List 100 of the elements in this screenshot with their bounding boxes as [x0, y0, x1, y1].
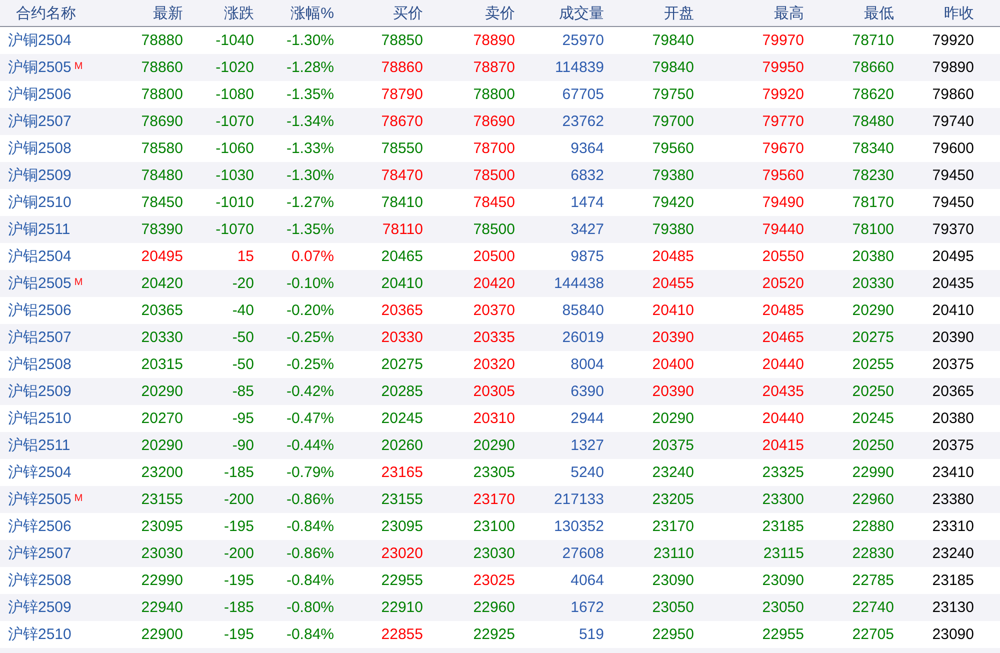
column-header[interactable]: 卖价 — [485, 4, 515, 22]
table-cell: 22940 — [141, 599, 183, 616]
table-cell: 1672 — [570, 599, 604, 616]
table-cell: 20485 — [652, 248, 694, 265]
table-cell: 20250 — [852, 383, 894, 400]
table-cell: 20330 — [141, 329, 183, 346]
table-cell: 9364 — [570, 140, 604, 157]
column-header[interactable]: 最低 — [864, 4, 894, 22]
table-cell: 78340 — [852, 140, 894, 157]
table-cell: 78230 — [852, 167, 894, 184]
table-cell: 23185 — [762, 518, 804, 535]
table-cell: 23050 — [762, 599, 804, 616]
table-cell: 20290 — [652, 410, 694, 427]
table-cell: 2944 — [570, 410, 604, 427]
table-cell: 20415 — [762, 437, 804, 454]
contract-name: 沪铜2509 — [8, 166, 72, 185]
contract-name: 沪锌2510 — [8, 625, 72, 644]
table-cell: 23200 — [141, 464, 183, 481]
table-cell: 78580 — [141, 140, 183, 157]
column-header[interactable]: 买价 — [393, 4, 423, 22]
table-cell: -185 — [224, 464, 254, 481]
column-header[interactable]: 涨幅% — [290, 4, 334, 22]
table-cell: 9875 — [570, 248, 604, 265]
table-cell: 23025 — [473, 572, 515, 589]
table-cell: -0.84% — [286, 572, 334, 589]
contract-name: 沪锌2509 — [8, 598, 72, 617]
table-cell: 23090 — [932, 626, 974, 643]
table-cell: 78880 — [141, 32, 183, 49]
table-cell: 78470 — [381, 167, 423, 184]
table-cell: -40 — [232, 302, 254, 319]
table-cell: 79860 — [932, 86, 974, 103]
table-cell: 79920 — [762, 86, 804, 103]
table-cell: 67705 — [562, 86, 604, 103]
table-cell: -50 — [232, 356, 254, 373]
table-cell: 79380 — [652, 167, 694, 184]
column-header[interactable]: 昨收 — [944, 4, 974, 22]
table-cell: 0.07% — [291, 248, 334, 265]
table-cell: 5240 — [570, 464, 604, 481]
table-cell: 6390 — [570, 383, 604, 400]
contract-name: 沪锌2507 — [8, 544, 72, 563]
contract-name: 沪铜2505 — [8, 58, 72, 77]
table-cell: 79890 — [932, 59, 974, 76]
column-header[interactable]: 最高 — [774, 4, 804, 22]
contract-name: 沪铝2506 — [8, 301, 72, 320]
contract-name: 沪铝2508 — [8, 355, 72, 374]
table-cell: 22950 — [652, 626, 694, 643]
column-header[interactable]: 开盘 — [664, 4, 694, 22]
table-cell: 6832 — [570, 167, 604, 184]
table-cell: 78450 — [473, 194, 515, 211]
table-cell: -1.30% — [286, 32, 334, 49]
table-cell: 20440 — [762, 410, 804, 427]
table-cell: 22855 — [381, 626, 423, 643]
table-cell: 85840 — [562, 302, 604, 319]
table-cell: -0.79% — [286, 464, 334, 481]
table-cell: -0.20% — [286, 302, 334, 319]
table-cell: 20260 — [381, 437, 423, 454]
table-cell: 23762 — [562, 113, 604, 130]
table-cell: -1.35% — [286, 221, 334, 238]
contract-name: 沪铝2510 — [8, 409, 72, 428]
table-cell: 20255 — [852, 356, 894, 373]
table-cell: 20375 — [652, 437, 694, 454]
table-cell: 23155 — [381, 491, 423, 508]
table-cell: 519 — [578, 626, 604, 643]
column-header[interactable]: 最新 — [153, 4, 183, 22]
table-cell: 78870 — [473, 59, 515, 76]
table-cell: 20365 — [381, 302, 423, 319]
table-cell: 20375 — [932, 356, 974, 373]
table-cell: 20365 — [141, 302, 183, 319]
table-cell: -0.25% — [286, 356, 334, 373]
table-cell: 20380 — [932, 410, 974, 427]
table-cell: 23205 — [652, 491, 694, 508]
column-header[interactable]: 合约名称 — [16, 4, 76, 22]
main-contract-mark: M — [74, 493, 83, 504]
table-cell: 78450 — [141, 194, 183, 211]
table-cell: 26019 — [562, 329, 604, 346]
table-cell: 20290 — [473, 437, 515, 454]
table-cell: 23100 — [473, 518, 515, 535]
column-header[interactable]: 涨跌 — [224, 4, 254, 22]
table-cell: -1020 — [216, 59, 254, 76]
table-cell: 3427 — [570, 221, 604, 238]
table-cell: -20 — [232, 275, 254, 292]
table-cell: 79490 — [762, 194, 804, 211]
table-cell: 22910 — [381, 599, 423, 616]
table-cell: 20465 — [762, 329, 804, 346]
table-cell: 20290 — [141, 437, 183, 454]
table-cell: 20245 — [852, 410, 894, 427]
table-cell: 79920 — [932, 32, 974, 49]
table-cell: 23095 — [381, 518, 423, 535]
table-cell: 20465 — [381, 248, 423, 265]
column-header[interactable]: 成交量 — [559, 4, 604, 22]
table-cell: -1040 — [216, 32, 254, 49]
table-cell: 23050 — [652, 599, 694, 616]
table-cell: -0.42% — [286, 383, 334, 400]
table-cell: 78480 — [141, 167, 183, 184]
table-cell: 78700 — [473, 140, 515, 157]
table-cell: 20330 — [381, 329, 423, 346]
table-cell: 79560 — [762, 167, 804, 184]
table-cell: 78690 — [473, 113, 515, 130]
table-cell: 23165 — [381, 464, 423, 481]
table-cell: 79380 — [652, 221, 694, 238]
